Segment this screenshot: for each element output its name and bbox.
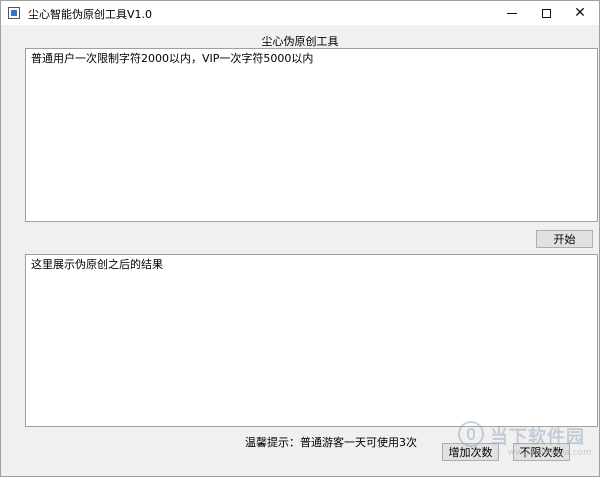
tool-heading: 尘心伪原创工具 <box>261 35 339 48</box>
close-button[interactable]: ✕ <box>563 1 597 25</box>
minimize-icon <box>507 12 517 14</box>
minimize-button[interactable] <box>495 1 529 25</box>
maximize-icon <box>541 8 551 18</box>
app-window: 尘心智能伪原创工具V1.0 ✕ 尘心伪原创工具 普通用户一次限制字符2000以内… <box>0 0 600 477</box>
output-textarea[interactable]: 这里展示伪原创之后的结果 <box>25 254 598 427</box>
window-title: 尘心智能伪原创工具V1.0 <box>28 8 153 21</box>
watermark-text: 当下软件园 <box>490 427 585 448</box>
start-button[interactable]: 开始 <box>536 230 593 248</box>
watermark: 当下软件园 www.downxia.com <box>458 421 592 461</box>
app-icon <box>8 7 20 19</box>
close-icon: ✕ <box>574 5 586 21</box>
hint-text: 温馨提示：普通游客一天可使用3次 <box>245 436 417 449</box>
maximize-button[interactable] <box>529 1 563 25</box>
input-textarea[interactable]: 普通用户一次限制字符2000以内，VIP一次字符5000以内 <box>25 48 598 222</box>
watermark-url: www.downxia.com <box>508 448 592 458</box>
watermark-logo-icon <box>458 421 484 447</box>
title-bar[interactable]: 尘心智能伪原创工具V1.0 ✕ <box>1 1 599 25</box>
